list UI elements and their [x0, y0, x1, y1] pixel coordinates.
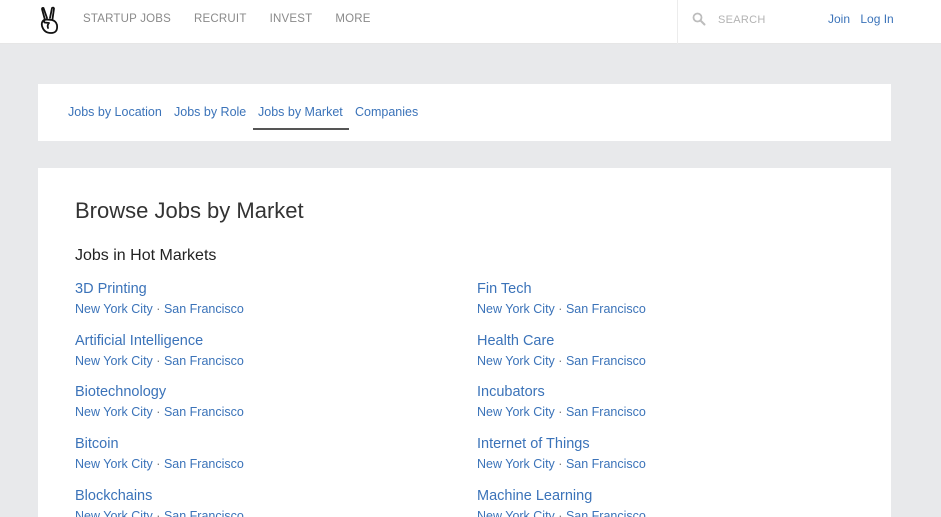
city-link-san-francisco[interactable]: San Francisco	[566, 457, 646, 471]
city-link-san-francisco[interactable]: San Francisco	[566, 354, 646, 368]
city-link-new-york[interactable]: New York City	[75, 457, 153, 471]
list-item: Bitcoin New York City · San Francisco	[75, 436, 244, 471]
market-cities: New York City · San Francisco	[477, 302, 646, 316]
city-link-new-york[interactable]: New York City	[75, 302, 153, 316]
city-link-new-york[interactable]: New York City	[477, 302, 555, 316]
tab-jobs-by-role[interactable]: Jobs by Role	[174, 105, 246, 119]
section-title: Jobs in Hot Markets	[75, 247, 217, 264]
market-link[interactable]: Bitcoin	[75, 436, 244, 452]
tab-jobs-by-location[interactable]: Jobs by Location	[68, 105, 162, 119]
city-link-san-francisco[interactable]: San Francisco	[566, 509, 646, 517]
market-link[interactable]: Fin Tech	[477, 281, 646, 297]
login-link[interactable]: Log In	[860, 12, 893, 26]
list-item: Blockchains New York City · San Francisc…	[75, 488, 244, 517]
market-cities: New York City · San Francisco	[75, 302, 244, 316]
auth-links: Join Log In	[828, 12, 901, 26]
city-separator: ·	[558, 405, 566, 419]
angellist-logo-icon[interactable]	[38, 6, 62, 36]
market-cities: New York City · San Francisco	[75, 354, 244, 368]
city-separator: ·	[156, 405, 164, 419]
city-link-san-francisco[interactable]: San Francisco	[164, 509, 244, 517]
market-cities: New York City · San Francisco	[477, 457, 646, 471]
city-separator: ·	[558, 457, 566, 471]
city-link-san-francisco[interactable]: San Francisco	[164, 354, 244, 368]
city-separator: ·	[156, 509, 164, 517]
active-tab-indicator	[253, 128, 349, 130]
city-link-new-york[interactable]: New York City	[75, 354, 153, 368]
list-item: Internet of Things New York City · San F…	[477, 436, 646, 471]
main-nav: STARTUP JOBS RECRUIT INVEST MORE	[83, 13, 394, 25]
city-link-san-francisco[interactable]: San Francisco	[164, 405, 244, 419]
city-link-new-york[interactable]: New York City	[477, 354, 555, 368]
market-cities: New York City · San Francisco	[477, 354, 646, 368]
market-cities: New York City · San Francisco	[75, 405, 244, 419]
tab-companies[interactable]: Companies	[355, 105, 418, 119]
nav-invest[interactable]: INVEST	[270, 13, 313, 25]
city-link-san-francisco[interactable]: San Francisco	[164, 457, 244, 471]
city-link-new-york[interactable]: New York City	[477, 405, 555, 419]
city-link-new-york[interactable]: New York City	[477, 457, 555, 471]
list-item: Incubators New York City · San Francisco	[477, 384, 646, 419]
browse-tabs: Jobs by Location Jobs by Role Jobs by Ma…	[38, 84, 891, 141]
city-link-san-francisco[interactable]: San Francisco	[566, 302, 646, 316]
join-link[interactable]: Join	[828, 12, 850, 26]
market-link[interactable]: Biotechnology	[75, 384, 244, 400]
city-separator: ·	[558, 509, 566, 517]
search-placeholder: SEARCH	[718, 14, 766, 26]
search-input[interactable]: SEARCH	[677, 0, 807, 44]
city-separator: ·	[558, 302, 566, 316]
nav-startup-jobs[interactable]: STARTUP JOBS	[83, 13, 171, 25]
market-cities: New York City · San Francisco	[75, 457, 244, 471]
market-link[interactable]: Artificial Intelligence	[75, 333, 244, 349]
city-separator: ·	[156, 354, 164, 368]
market-link[interactable]: Health Care	[477, 333, 646, 349]
city-separator: ·	[156, 457, 164, 471]
city-link-new-york[interactable]: New York City	[477, 509, 555, 517]
list-item: 3D Printing New York City · San Francisc…	[75, 281, 244, 316]
market-cities: New York City · San Francisco	[477, 509, 646, 517]
market-link[interactable]: Machine Learning	[477, 488, 646, 504]
list-item: Biotechnology New York City · San Franci…	[75, 384, 244, 419]
list-item: Artificial Intelligence New York City · …	[75, 333, 244, 368]
city-link-new-york[interactable]: New York City	[75, 405, 153, 419]
market-cities: New York City · San Francisco	[75, 509, 244, 517]
nav-more[interactable]: MORE	[335, 13, 370, 25]
city-separator: ·	[558, 354, 566, 368]
market-link[interactable]: Internet of Things	[477, 436, 646, 452]
city-link-san-francisco[interactable]: San Francisco	[566, 405, 646, 419]
city-separator: ·	[156, 302, 164, 316]
tab-jobs-by-market[interactable]: Jobs by Market	[258, 105, 343, 119]
market-link[interactable]: Blockchains	[75, 488, 244, 504]
list-item: Health Care New York City · San Francisc…	[477, 333, 646, 368]
city-link-san-francisco[interactable]: San Francisco	[164, 302, 244, 316]
market-cities: New York City · San Francisco	[477, 405, 646, 419]
page-title: Browse Jobs by Market	[75, 198, 304, 223]
market-link[interactable]: Incubators	[477, 384, 646, 400]
city-link-new-york[interactable]: New York City	[75, 509, 153, 517]
market-link[interactable]: 3D Printing	[75, 281, 244, 297]
search-icon	[692, 12, 706, 26]
nav-recruit[interactable]: RECRUIT	[194, 13, 247, 25]
list-item: Machine Learning New York City · San Fra…	[477, 488, 646, 517]
market-listing: Browse Jobs by Market Jobs in Hot Market…	[38, 168, 891, 517]
list-item: Fin Tech New York City · San Francisco	[477, 281, 646, 316]
top-bar: STARTUP JOBS RECRUIT INVEST MORE SEARCH …	[0, 0, 941, 44]
